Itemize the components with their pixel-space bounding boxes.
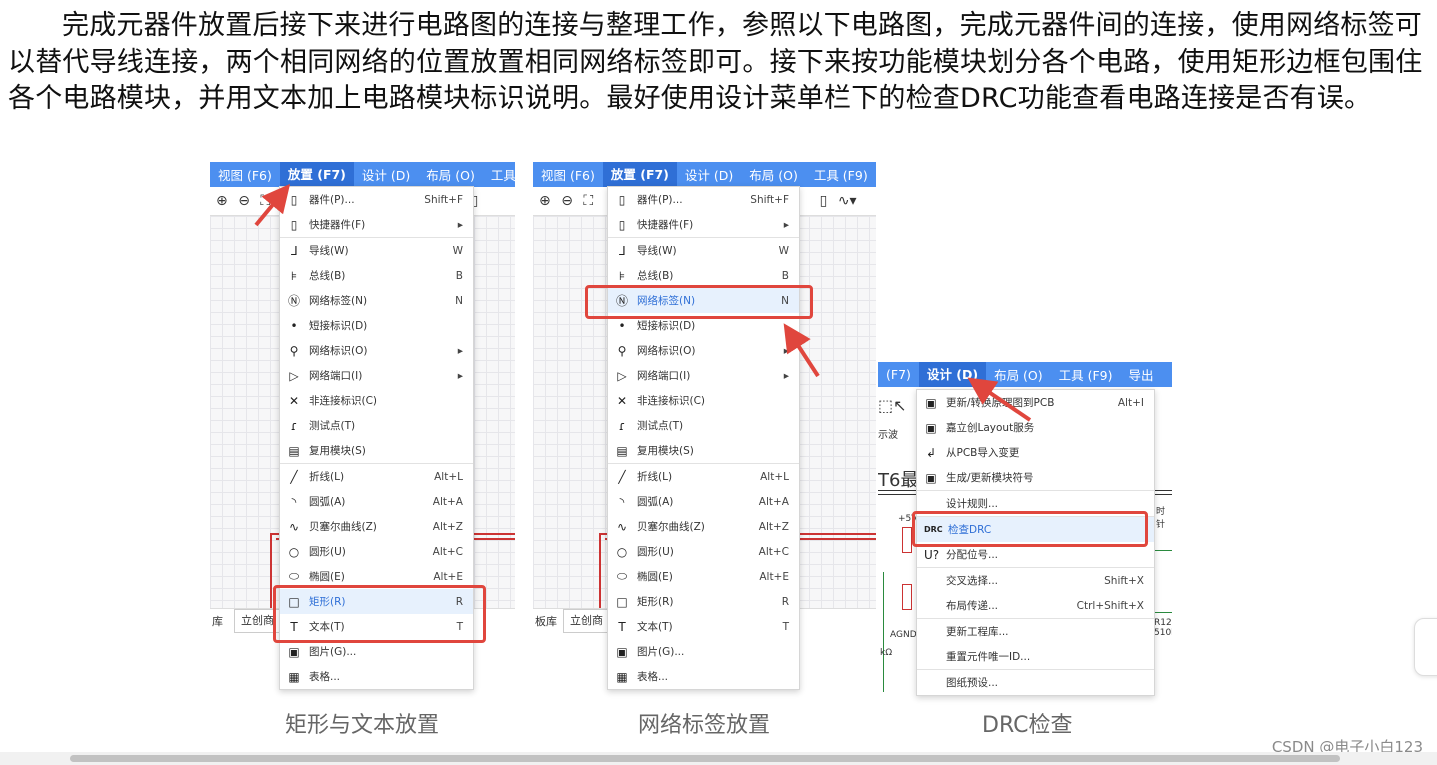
arrow-to-netlabel <box>783 323 820 378</box>
horizontal-scrollbar[interactable] <box>0 752 1437 765</box>
caption-netlabel: 网络标签放置 <box>638 713 771 738</box>
caption-drc: DRC检查 <box>982 713 1073 738</box>
caption-rect-text: 矩形与文本放置 <box>285 713 440 738</box>
arrow-to-place-menu <box>254 183 291 227</box>
scroll-thumb[interactable] <box>70 755 1340 762</box>
annotation-arrows <box>254 183 1032 422</box>
side-float-tab[interactable] <box>1414 618 1437 676</box>
arrow-to-design-menu <box>967 377 1032 422</box>
